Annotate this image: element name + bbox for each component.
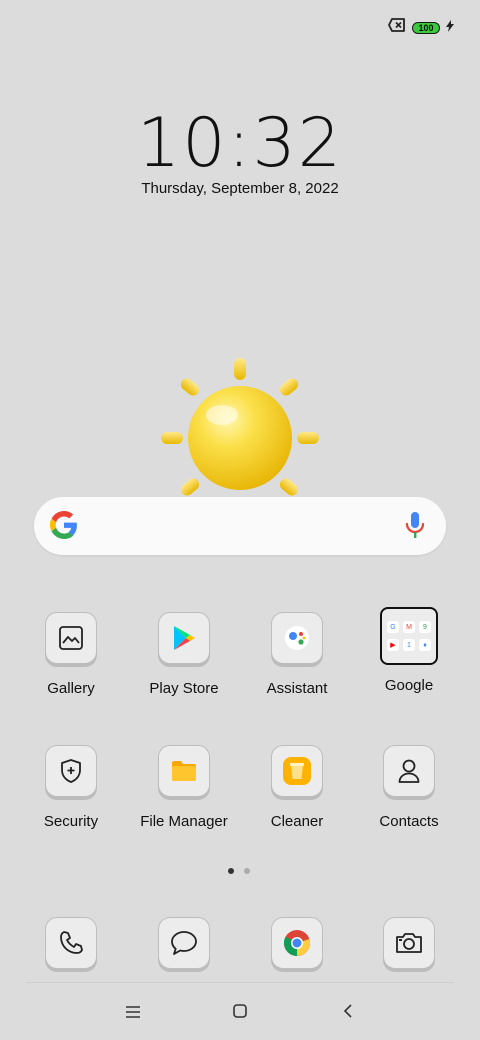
app-label: File Manager bbox=[140, 813, 228, 830]
app-label: Security bbox=[43, 813, 99, 830]
app-assistant[interactable]: Assistant bbox=[242, 612, 352, 697]
mini-app-icon: ♦ bbox=[419, 639, 431, 651]
back-icon[interactable] bbox=[343, 1004, 353, 1023]
dock-phone[interactable] bbox=[16, 917, 126, 969]
app-google-folder[interactable]: G M 9 ▶ 1 ♦ Google bbox=[354, 607, 464, 694]
app-security[interactable]: Security bbox=[16, 745, 126, 830]
app-play-store[interactable]: Play Store bbox=[129, 612, 239, 697]
navigation-bar bbox=[0, 1000, 480, 1024]
home-icon[interactable] bbox=[233, 1004, 247, 1023]
dock-camera[interactable] bbox=[354, 917, 464, 969]
folder-file-icon bbox=[158, 745, 210, 797]
mic-icon[interactable] bbox=[404, 511, 426, 539]
app-label: Play Store bbox=[149, 680, 219, 697]
app-label: Cleaner bbox=[270, 813, 324, 830]
chrome-icon bbox=[271, 917, 323, 969]
assistant-icon bbox=[271, 612, 323, 664]
app-label: Assistant bbox=[266, 680, 328, 697]
dock-messages[interactable] bbox=[129, 917, 239, 969]
dock-chrome[interactable] bbox=[242, 917, 352, 969]
mini-app-icon: 1 bbox=[403, 639, 415, 651]
phone-icon bbox=[45, 917, 97, 969]
page-dot-active bbox=[228, 868, 234, 874]
app-file-manager[interactable]: File Manager bbox=[129, 745, 239, 830]
mini-app-icon: M bbox=[403, 621, 415, 633]
mini-app-icon: 9 bbox=[419, 621, 431, 633]
clock-date[interactable]: Thursday, September 8, 2022 bbox=[0, 180, 480, 197]
dock-divider bbox=[26, 982, 454, 983]
app-label: Google bbox=[384, 677, 434, 694]
page-dot bbox=[244, 868, 250, 874]
battery-indicator: 100 bbox=[412, 21, 440, 34]
camera-icon bbox=[383, 917, 435, 969]
status-bar: 100 bbox=[388, 18, 454, 37]
clock-time[interactable]: 10:32 bbox=[0, 104, 480, 183]
mini-app-icon: ▶ bbox=[387, 639, 399, 651]
menu-icon[interactable] bbox=[126, 1005, 140, 1023]
mini-app-icon: G bbox=[387, 621, 399, 633]
app-cleaner[interactable]: Cleaner bbox=[242, 745, 352, 830]
app-contacts[interactable]: Contacts bbox=[354, 745, 464, 830]
contacts-icon bbox=[383, 745, 435, 797]
bolt-icon bbox=[446, 19, 454, 37]
app-label: Contacts bbox=[379, 813, 439, 830]
play-store-icon bbox=[158, 612, 210, 664]
messages-icon bbox=[158, 917, 210, 969]
page-indicator bbox=[228, 868, 250, 874]
gallery-icon bbox=[45, 612, 97, 664]
app-label: Gallery bbox=[47, 680, 95, 697]
app-gallery[interactable]: Gallery bbox=[16, 612, 126, 697]
folder-icon: G M 9 ▶ 1 ♦ bbox=[380, 607, 438, 665]
google-g-icon bbox=[50, 511, 78, 539]
trash-icon bbox=[271, 745, 323, 797]
google-search-bar[interactable] bbox=[34, 497, 446, 555]
sun-icon bbox=[161, 358, 319, 519]
shield-icon bbox=[45, 745, 97, 797]
no-sim-icon bbox=[388, 18, 406, 37]
